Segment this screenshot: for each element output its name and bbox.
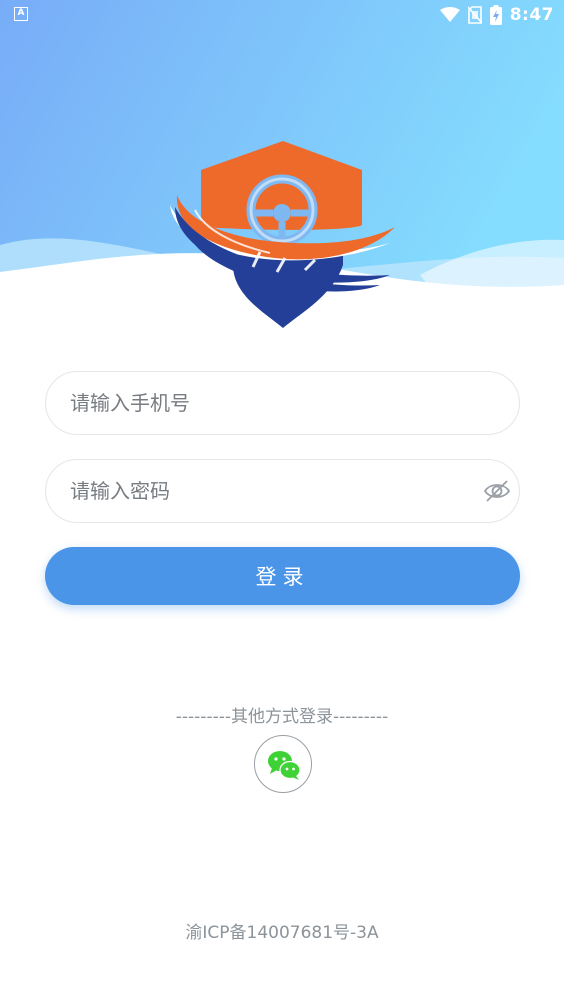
wifi-icon	[439, 7, 460, 22]
password-input[interactable]	[70, 460, 470, 522]
login-button[interactable]: 登录	[45, 547, 520, 605]
login-screen: A 8:47 请输入手机号 登录 ---------其他方式登录--------…	[0, 0, 564, 1002]
other-login-label: ---------其他方式登录---------	[175, 707, 389, 727]
password-field[interactable]	[45, 459, 520, 523]
eye-off-icon[interactable]	[483, 477, 511, 505]
phone-field[interactable]	[45, 371, 520, 435]
status-icons: 8:47	[439, 4, 554, 26]
wechat-login-button[interactable]	[254, 735, 312, 793]
phone-input[interactable]	[70, 372, 470, 434]
battery-charging-icon	[489, 5, 502, 25]
status-bar: A 8:47	[0, 0, 564, 30]
no-sim-icon	[467, 6, 482, 24]
app-logo	[170, 141, 395, 328]
icp-license: 渝ICP备14007681号-3A	[185, 923, 379, 943]
notification-app-icon: A	[14, 7, 28, 21]
wechat-icon	[268, 751, 301, 780]
status-time: 8:47	[509, 5, 554, 25]
